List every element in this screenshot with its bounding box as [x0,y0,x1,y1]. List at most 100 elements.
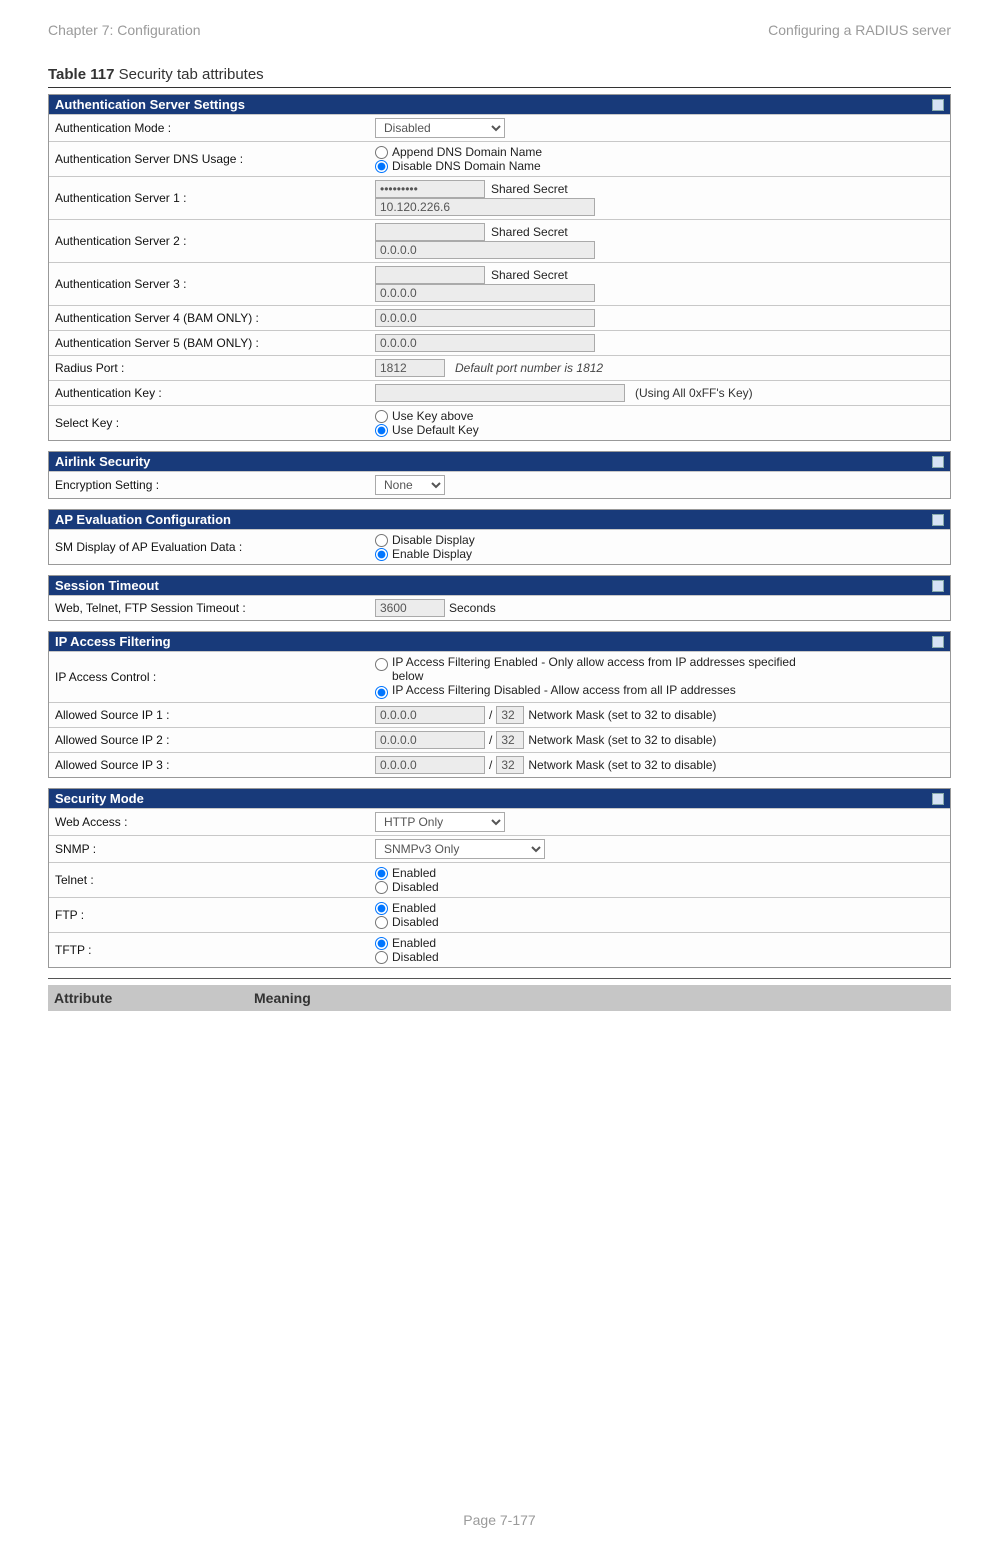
ipfilter-enabled-text: IP Access Filtering Enabled - Only allow… [392,655,805,683]
dns-append-text: Append DNS Domain Name [392,145,542,159]
allowed-ip1-input[interactable] [375,706,485,724]
session-timeout-input[interactable] [375,599,445,617]
radius-port-label: Radius Port : [49,358,369,378]
selkey-above-radio[interactable] [375,410,388,423]
collapse-icon[interactable] [932,636,944,648]
airlink-panel-header: Airlink Security [49,452,950,471]
auth-s4-ip-input[interactable] [375,309,595,327]
auth-server1-label: Authentication Server 1 : [49,188,369,208]
apeval-panel-header: AP Evaluation Configuration [49,510,950,529]
divider [48,978,951,979]
selkey-above-text: Use Key above [392,409,473,423]
tftp-enabled-radio[interactable] [375,937,388,950]
dns-append-radio[interactable] [375,146,388,159]
radius-port-input[interactable] [375,359,445,377]
auth-mode-select[interactable]: Disabled [375,118,505,138]
auth-mode-label: Authentication Mode : [49,118,369,138]
auth-server4-label: Authentication Server 4 (BAM ONLY) : [49,308,369,328]
encryption-select[interactable]: None [375,475,445,495]
auth-server2-label: Authentication Server 2 : [49,231,369,251]
auth-key-note: (Using All 0xFF's Key) [635,386,753,400]
apeval-enable-text: Enable Display [392,547,472,561]
allowed-ip3-label: Allowed Source IP 3 : [49,755,369,775]
page-footer: Page 7-177 [0,1512,999,1528]
ftp-label: FTP : [49,905,369,925]
auth-panel: Authentication Server Settings Authentic… [48,94,951,441]
collapse-icon[interactable] [932,456,944,468]
web-access-select[interactable]: HTTP Only [375,812,505,832]
session-panel-header: Session Timeout [49,576,950,595]
allowed-ip1-mask[interactable] [496,706,524,724]
session-unit: Seconds [449,601,496,615]
allowed-ip2-mask[interactable] [496,731,524,749]
ipfilter-disabled-text: IP Access Filtering Disabled - Allow acc… [392,683,736,697]
dns-disable-radio[interactable] [375,160,388,173]
ftp-enabled-radio[interactable] [375,902,388,915]
dns-disable-text: Disable DNS Domain Name [392,159,541,173]
enabled-text: Enabled [392,866,436,880]
attribute-header-row: Attribute Meaning [48,985,951,1011]
apeval-disable-text: Disable Display [392,533,475,547]
auth-s1-secret-input[interactable] [375,180,485,198]
divider [48,87,951,88]
auth-key-input[interactable] [375,384,625,402]
web-access-label: Web Access : [49,812,369,832]
auth-s3-secret-input[interactable] [375,266,485,284]
auth-s2-secret-input[interactable] [375,223,485,241]
apeval-label: SM Display of AP Evaluation Data : [49,537,369,557]
disabled-text: Disabled [392,880,439,894]
auth-s5-ip-input[interactable] [375,334,595,352]
collapse-icon[interactable] [932,514,944,526]
slash-text: / [489,733,492,747]
ip-control-label: IP Access Control : [49,667,369,687]
tftp-label: TFTP : [49,940,369,960]
encryption-label: Encryption Setting : [49,475,369,495]
ipfilter-panel-title: IP Access Filtering [55,634,171,649]
airlink-panel: Airlink Security Encryption Setting : No… [48,451,951,499]
collapse-icon[interactable] [932,793,944,805]
collapse-icon[interactable] [932,580,944,592]
auth-panel-header: Authentication Server Settings [49,95,950,114]
dns-usage-label: Authentication Server DNS Usage : [49,149,369,169]
session-label: Web, Telnet, FTP Session Timeout : [49,598,369,618]
auth-server5-label: Authentication Server 5 (BAM ONLY) : [49,333,369,353]
mask-note: Network Mask (set to 32 to disable) [528,758,716,772]
secmode-panel-header: Security Mode [49,789,950,808]
ipfilter-enabled-radio[interactable] [375,658,388,671]
apeval-panel-title: AP Evaluation Configuration [55,512,231,527]
selkey-default-radio[interactable] [375,424,388,437]
telnet-disabled-radio[interactable] [375,881,388,894]
table-caption: Table 117 Security tab attributes [48,66,951,83]
mask-note: Network Mask (set to 32 to disable) [528,708,716,722]
shared-secret-text: Shared Secret [491,268,568,282]
ipfilter-panel: IP Access Filtering IP Access Control : … [48,631,951,778]
telnet-enabled-radio[interactable] [375,867,388,880]
apeval-panel: AP Evaluation Configuration SM Display o… [48,509,951,565]
airlink-panel-title: Airlink Security [55,454,150,469]
auth-s2-ip-input[interactable] [375,241,595,259]
tftp-disabled-radio[interactable] [375,951,388,964]
allowed-ip3-input[interactable] [375,756,485,774]
ipfilter-disabled-radio[interactable] [375,686,388,699]
ftp-disabled-radio[interactable] [375,916,388,929]
apeval-enable-radio[interactable] [375,548,388,561]
disabled-text: Disabled [392,915,439,929]
slash-text: / [489,758,492,772]
allowed-ip1-label: Allowed Source IP 1 : [49,705,369,725]
caption-bold: Table 117 [48,66,114,83]
collapse-icon[interactable] [932,99,944,111]
auth-key-label: Authentication Key : [49,383,369,403]
header-left: Chapter 7: Configuration [48,22,201,38]
session-panel-title: Session Timeout [55,578,159,593]
allowed-ip2-input[interactable] [375,731,485,749]
header-right: Configuring a RADIUS server [768,22,951,38]
enabled-text: Enabled [392,901,436,915]
snmp-select[interactable]: SNMPv3 Only [375,839,545,859]
meaning-col: Meaning [254,990,945,1006]
auth-s3-ip-input[interactable] [375,284,595,302]
allowed-ip3-mask[interactable] [496,756,524,774]
telnet-label: Telnet : [49,870,369,890]
auth-s1-ip-input[interactable] [375,198,595,216]
apeval-disable-radio[interactable] [375,534,388,547]
attribute-col: Attribute [54,990,254,1006]
